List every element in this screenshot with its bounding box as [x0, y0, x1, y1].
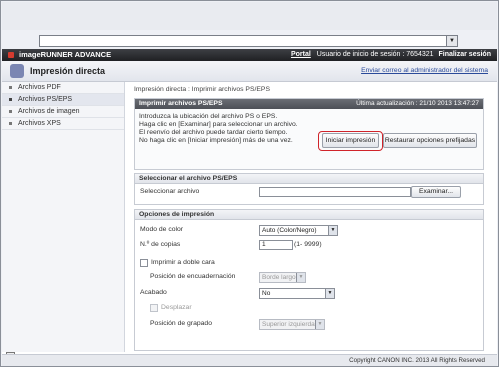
start-print-button[interactable]: Iniciar impresión	[322, 133, 379, 148]
instruction-line: El reenvío del archivo puede tardar cier…	[139, 129, 288, 136]
copies-label: N.º de copias	[140, 241, 181, 248]
chevron-down-icon: ▼	[296, 273, 305, 282]
binding-value: Borde largo	[262, 274, 296, 281]
web-page: imageRUNNER ADVANCE Portal Usuario de in…	[2, 49, 497, 366]
sidebar: Archivos PDF Archivos PS/EPS Archivos de…	[2, 82, 125, 352]
address-dropdown-button[interactable]: ▼	[446, 35, 458, 47]
binding-select[interactable]: Borde largo ▼	[259, 272, 306, 283]
login-user: Usuario de inicio de sesión : 7654321	[316, 51, 434, 58]
sidebar-item-label: Archivos XPS	[18, 120, 61, 127]
bullet-icon	[9, 110, 12, 113]
duplex-label: Imprimir a doble cara	[151, 259, 215, 266]
copyright: Copyright CANON INC. 2013 All Rights Res…	[349, 357, 485, 364]
duplex-checkbox[interactable]	[140, 259, 148, 267]
section-header: Opciones de impresión	[135, 210, 483, 220]
color-mode-select[interactable]: Auto (Color/Negro) ▼	[259, 225, 338, 236]
color-mode-value: Auto (Color/Negro)	[262, 227, 317, 234]
sidebar-item-label: Archivos PS/EPS	[18, 96, 73, 103]
chevron-down-icon: ▼	[315, 320, 324, 329]
sidebar-item-ps-eps[interactable]: Archivos PS/EPS	[2, 94, 124, 106]
section-header: Seleccionar el archivo PS/EPS	[135, 174, 483, 184]
browser-toolbar	[2, 2, 497, 30]
instruction-line: No haga clic en [Iniciar impresión] más …	[139, 137, 293, 144]
page-title: Impresión directa	[30, 66, 106, 76]
staple-label: Posición de grapado	[150, 320, 212, 327]
browser-window: ▼ imageRUNNER ADVANCE Portal Usuario de …	[0, 0, 499, 367]
finishing-select[interactable]: No ▼	[259, 288, 335, 299]
staple-value: Superior izquierda	[262, 321, 315, 328]
panel-header: Imprimir archivos PS/EPS Última actualiz…	[135, 99, 483, 109]
footer: Copyright CANON INC. 2013 All Rights Res…	[2, 354, 497, 366]
offset-checkbox[interactable]	[150, 304, 158, 312]
instructions: Introduzca la ubicación del archivo PS o…	[139, 113, 298, 145]
canon-logo-icon	[8, 52, 14, 58]
instruction-line: Haga clic en [Examinar] para seleccionar…	[139, 121, 298, 128]
restore-defaults-button[interactable]: Restaurar opciones prefijadas	[383, 133, 477, 148]
color-mode-label: Modo de color	[140, 226, 184, 233]
panel-title: Imprimir archivos PS/EPS	[139, 100, 223, 107]
select-file-label: Seleccionar archivo	[140, 188, 200, 195]
sidebar-item-label: Archivos de imagen	[18, 108, 80, 115]
chevron-down-icon: ▼	[325, 289, 334, 298]
offset-label: Desplazar	[161, 304, 192, 311]
chevron-down-icon: ▼	[328, 226, 337, 235]
browse-button[interactable]: Examinar...	[411, 186, 461, 198]
last-updated: Última actualización : 21/10 2013 13:47:…	[356, 100, 479, 107]
file-path-input[interactable]	[259, 187, 411, 197]
direct-print-icon	[10, 64, 24, 78]
binding-label: Posición de encuadernación	[150, 273, 236, 280]
email-admin-link[interactable]: Enviar correo al administrador del siste…	[361, 67, 488, 74]
header-right: Portal Usuario de inicio de sesión : 765…	[291, 50, 491, 60]
portal-link[interactable]: Portal	[291, 51, 311, 58]
logout-link[interactable]: Finalizar sesión	[438, 51, 491, 58]
breadcrumb: Impresión directa : Imprimir archivos PS…	[134, 86, 270, 93]
sidebar-item-pdf[interactable]: Archivos PDF	[2, 82, 124, 94]
address-bar[interactable]	[39, 35, 448, 47]
bullet-icon	[9, 98, 12, 101]
sidebar-item-xps[interactable]: Archivos XPS	[2, 118, 124, 130]
title-bar: Impresión directa Enviar correo al admin…	[2, 61, 497, 82]
brand-name: imageRUNNER ADVANCE	[19, 50, 112, 59]
copies-input[interactable]: 1	[259, 240, 293, 250]
bullet-icon	[9, 122, 12, 125]
copies-range: (1- 9999)	[294, 241, 322, 248]
sidebar-item-image[interactable]: Archivos de imagen	[2, 106, 124, 118]
finishing-value: No	[262, 290, 271, 297]
top-header: imageRUNNER ADVANCE Portal Usuario de in…	[2, 49, 497, 61]
sidebar-item-label: Archivos PDF	[18, 84, 61, 91]
bullet-icon	[9, 86, 12, 89]
staple-select[interactable]: Superior izquierda ▼	[259, 319, 325, 330]
finishing-label: Acabado	[140, 289, 167, 296]
instruction-line: Introduzca la ubicación del archivo PS o…	[139, 113, 278, 120]
